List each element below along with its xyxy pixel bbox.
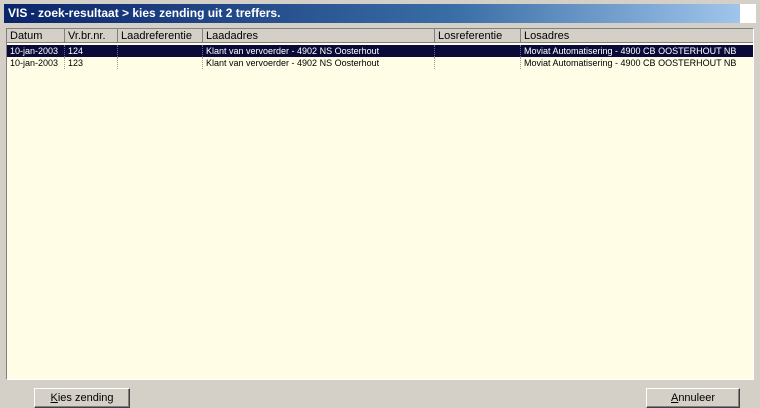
cell-datum: 10-jan-2003 <box>7 45 65 57</box>
title-bar[interactable]: VIS - zoek-resultaat > kies zending uit … <box>4 4 756 23</box>
column-header-losadres[interactable]: Losadres <box>521 29 753 43</box>
dialog-window: VIS - zoek-resultaat > kies zending uit … <box>0 0 760 408</box>
cell-datum: 10-jan-2003 <box>7 57 65 69</box>
kies-zending-accelerator: K <box>50 392 58 404</box>
column-header-datum[interactable]: Datum <box>7 29 65 43</box>
annuleer-label: nnuleer <box>678 392 716 404</box>
column-header-losreferentie[interactable]: Losreferentie <box>435 29 521 43</box>
column-header-laadreferentie[interactable]: Laadreferentie <box>118 29 203 43</box>
cell-laadreferentie <box>118 45 203 57</box>
cell-vrbrnr: 123 <box>65 57 118 69</box>
cell-losadres: Moviat Automatisering - 4900 CB OOSTERHO… <box>524 46 737 56</box>
table-row[interactable]: 10-jan-2003 123 Klant van vervoerder - 4… <box>7 57 753 69</box>
annuleer-button[interactable]: Annuleer <box>646 388 740 408</box>
column-header-laadadres[interactable]: Laadadres <box>203 29 435 43</box>
cell-laadadres: Klant van vervoerder - 4902 NS Oosterhou… <box>203 45 435 57</box>
column-header-vrbrnr[interactable]: Vr.br.nr. <box>65 29 118 43</box>
window-title: VIS - zoek-resultaat > kies zending uit … <box>8 6 281 20</box>
shipment-list[interactable]: Datum Vr.br.nr. Laadreferentie Laadadres… <box>6 28 754 380</box>
titlebar-end-block <box>740 4 756 23</box>
cell-laadadres: Klant van vervoerder - 4902 NS Oosterhou… <box>203 57 435 69</box>
list-rows: 10-jan-2003 124 Klant van vervoerder - 4… <box>7 45 753 69</box>
kies-zending-button[interactable]: Kies zending <box>34 388 130 408</box>
cell-losadres: Moviat Automatisering - 4900 CB OOSTERHO… <box>524 58 737 68</box>
list-header: Datum Vr.br.nr. Laadreferentie Laadadres… <box>7 29 753 43</box>
cell-losreferentie <box>435 57 521 69</box>
cell-vrbrnr: 124 <box>65 45 118 57</box>
kies-zending-label: ies zending <box>57 392 114 404</box>
cell-losreferentie <box>435 45 521 57</box>
table-row[interactable]: 10-jan-2003 124 Klant van vervoerder - 4… <box>7 45 753 57</box>
cell-laadreferentie <box>118 57 203 69</box>
